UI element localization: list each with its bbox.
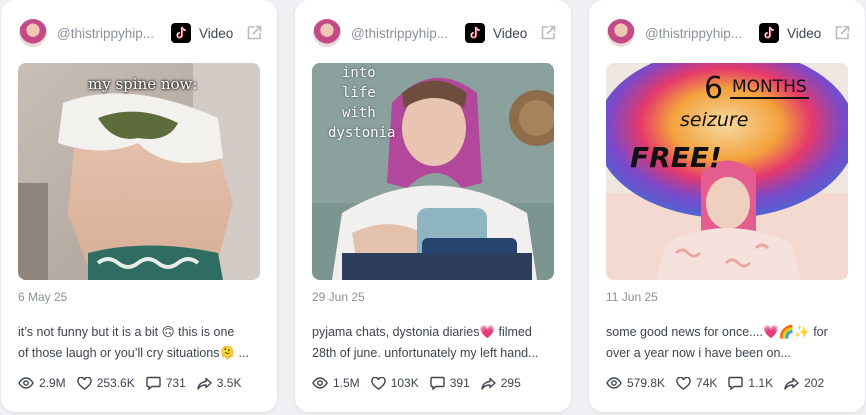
caption-line: 28th of june. unfortunately my left hand… bbox=[312, 345, 539, 360]
card-header: @thistrippyhip... Video bbox=[607, 18, 851, 48]
comments-count: 1.1K bbox=[748, 376, 774, 390]
likes-stat: 103K bbox=[370, 376, 419, 390]
avatar[interactable] bbox=[313, 19, 341, 47]
caption-line: pyjama chats, dystonia diaries💗 filmed bbox=[312, 325, 532, 339]
views-stat: 2.9M bbox=[18, 376, 66, 390]
comments-stat: 391 bbox=[430, 376, 470, 390]
comments-count: 731 bbox=[165, 376, 186, 390]
post-caption[interactable]: it’s not funny but it is a bit 🙃 this is… bbox=[18, 322, 262, 363]
tiktok-icon bbox=[465, 23, 485, 43]
shares-stat: 3.5K bbox=[197, 376, 242, 390]
likes-count: 253.6K bbox=[96, 376, 135, 390]
likes-count: 103K bbox=[390, 376, 419, 390]
external-link-icon[interactable] bbox=[245, 24, 263, 42]
author-handle[interactable]: @thistrippyhip... bbox=[57, 26, 161, 41]
video-overlay-text: 6 MONTHS seizure FREE! bbox=[606, 63, 848, 280]
eye-icon bbox=[18, 377, 34, 389]
video-thumbnail[interactable]: my spine now: bbox=[18, 63, 260, 280]
tiktok-icon bbox=[759, 23, 779, 43]
eye-icon bbox=[606, 377, 622, 389]
post-caption[interactable]: some good news for once....💗🌈✨ for over … bbox=[606, 322, 850, 363]
overlay-line: 6 bbox=[704, 71, 724, 106]
heart-icon bbox=[76, 376, 92, 390]
avatar[interactable] bbox=[19, 19, 47, 47]
comment-icon bbox=[430, 376, 445, 390]
video-card[interactable]: @thistrippyhip... Video my spine now: 6 … bbox=[1, 0, 277, 412]
likes-stat: 253.6K bbox=[76, 376, 135, 390]
likes-stat: 74K bbox=[676, 376, 717, 390]
overlay-line: seizure bbox=[680, 109, 749, 131]
tiktok-icon bbox=[171, 23, 191, 43]
likes-count: 74K bbox=[696, 376, 718, 390]
views-count: 1.5M bbox=[333, 376, 360, 390]
author-handle[interactable]: @thistrippyhip... bbox=[351, 26, 455, 41]
shares-count: 295 bbox=[500, 376, 521, 390]
overlay-line: FREE! bbox=[630, 141, 722, 174]
shares-stat: 295 bbox=[481, 376, 521, 390]
video-overlay-text: my spine now: bbox=[88, 75, 198, 93]
post-date: 11 Jun 25 bbox=[606, 290, 658, 304]
share-icon bbox=[197, 377, 212, 390]
content-type-label: Video bbox=[493, 25, 528, 41]
video-card[interactable]: @thistrippyhip... Video into life with d… bbox=[295, 0, 571, 412]
video-card[interactable]: @thistrippyhip... Video 6 MONTHS seizure… bbox=[589, 0, 865, 412]
heart-icon bbox=[676, 376, 691, 390]
overlay-line: dystonia bbox=[328, 125, 396, 141]
shares-count: 3.5K bbox=[216, 376, 242, 390]
engagement-stats: 579.8K 74K 1.1K 202 bbox=[606, 376, 835, 390]
views-count: 579.8K bbox=[627, 376, 666, 390]
avatar[interactable] bbox=[607, 19, 635, 47]
author-handle[interactable]: @thistrippyhip... bbox=[645, 26, 749, 41]
card-header: @thistrippyhip... Video bbox=[19, 18, 263, 48]
engagement-stats: 1.5M 103K 391 295 bbox=[312, 376, 532, 390]
caption-line: of those laugh or you’ll cry situations🫠… bbox=[18, 345, 249, 360]
overlay-line: life bbox=[342, 85, 376, 101]
views-stat: 1.5M bbox=[312, 376, 360, 390]
video-thumbnail[interactable]: into life with dystonia bbox=[312, 63, 554, 280]
overlay-line: with bbox=[342, 105, 376, 121]
post-date: 29 Jun 25 bbox=[312, 290, 365, 304]
video-thumbnail[interactable]: 6 MONTHS seizure FREE! bbox=[606, 63, 848, 280]
card-header: @thistrippyhip... Video bbox=[313, 18, 557, 48]
comments-stat: 1.1K bbox=[728, 376, 773, 390]
shares-stat: 202 bbox=[784, 376, 824, 390]
share-icon bbox=[784, 377, 799, 390]
heart-icon bbox=[370, 376, 386, 390]
external-link-icon[interactable] bbox=[539, 24, 557, 42]
video-overlay-text: into life with dystonia bbox=[328, 63, 395, 143]
comments-count: 391 bbox=[449, 376, 470, 390]
share-icon bbox=[481, 377, 496, 390]
comment-icon bbox=[728, 376, 744, 390]
caption-line: some good news for once....💗🌈✨ for bbox=[606, 325, 828, 339]
shares-count: 202 bbox=[804, 376, 825, 390]
comment-icon bbox=[146, 376, 161, 390]
comments-stat: 731 bbox=[146, 376, 186, 390]
engagement-stats: 2.9M 253.6K 731 3.5K bbox=[18, 376, 252, 390]
overlay-line: MONTHS bbox=[730, 77, 809, 99]
views-stat: 579.8K bbox=[606, 376, 665, 390]
external-link-icon[interactable] bbox=[833, 24, 851, 42]
views-count: 2.9M bbox=[39, 376, 66, 390]
post-caption[interactable]: pyjama chats, dystonia diaries💗 filmed 2… bbox=[312, 322, 556, 363]
content-type-label: Video bbox=[199, 25, 234, 41]
caption-line: it’s not funny but it is a bit 🙃 this is… bbox=[18, 325, 235, 339]
post-date: 6 May 25 bbox=[18, 290, 68, 304]
overlay-line: into bbox=[342, 65, 376, 81]
caption-line: over a year now i have been on... bbox=[606, 345, 791, 360]
content-type-label: Video bbox=[787, 25, 822, 41]
eye-icon bbox=[312, 377, 328, 389]
